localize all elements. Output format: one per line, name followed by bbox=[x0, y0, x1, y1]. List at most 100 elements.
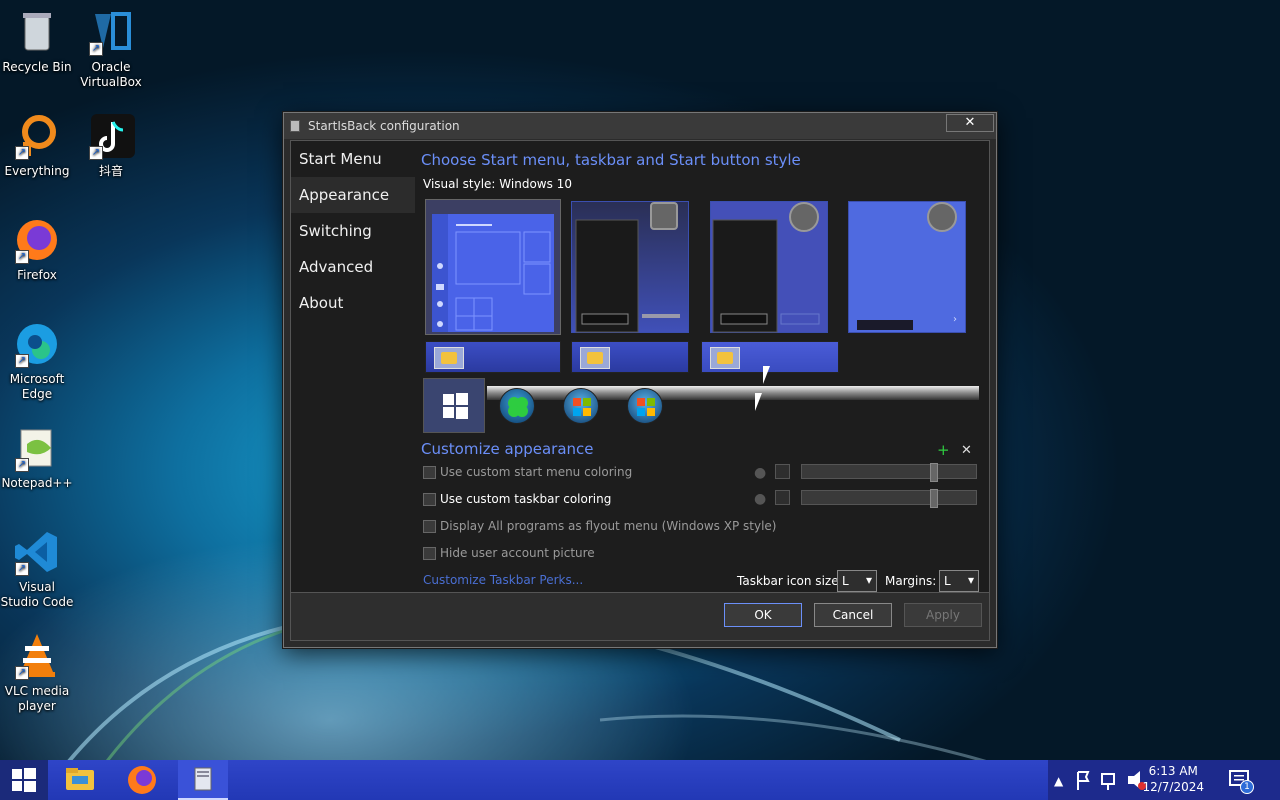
firefox-icon bbox=[128, 766, 156, 794]
slider-thumb[interactable] bbox=[930, 463, 938, 482]
windows-logo-icon bbox=[12, 768, 36, 792]
desktop-icon-virtualbox[interactable]: ↗ Oracle VirtualBox bbox=[74, 8, 148, 90]
taskbar-style-2[interactable] bbox=[571, 341, 689, 373]
clock[interactable]: 6:13 AM 12/7/2024 bbox=[1142, 763, 1204, 795]
nav-item-appearance[interactable]: Appearance bbox=[291, 177, 415, 213]
window-body: Start Menu Appearance Switching Advanced… bbox=[290, 140, 990, 641]
desktop-icon-label: Microsoft Edge bbox=[9, 372, 65, 401]
ok-button[interactable]: OK bbox=[724, 603, 802, 627]
close-button[interactable]: ✕ bbox=[946, 114, 994, 132]
desktop-icon-recycle-bin[interactable]: Recycle Bin bbox=[0, 8, 74, 75]
nav-item-start-menu[interactable]: Start Menu bbox=[291, 141, 415, 177]
checkbox[interactable] bbox=[423, 465, 436, 479]
clock-time: 6:13 AM bbox=[1148, 764, 1198, 778]
customize-taskbar-perks-link[interactable]: Customize Taskbar Perks... bbox=[423, 573, 583, 587]
startisback-app-icon bbox=[194, 767, 212, 791]
user-avatar-icon bbox=[789, 202, 819, 232]
vlc-icon: ↗ bbox=[13, 632, 61, 680]
taskbar-file-explorer[interactable] bbox=[56, 760, 104, 800]
startisback-config-window: StartIsBack configuration ✕ Start Menu A… bbox=[283, 112, 997, 648]
nav-item-advanced[interactable]: Advanced bbox=[291, 249, 415, 285]
color-drop-icon: ● bbox=[754, 465, 767, 481]
title-bar[interactable]: StartIsBack configuration bbox=[284, 113, 996, 139]
start-menu-style-windows10-compact[interactable]: › bbox=[848, 201, 966, 333]
checkbox[interactable] bbox=[423, 546, 436, 560]
shortcut-arrow-icon: ↗ bbox=[15, 666, 29, 680]
option-label: Use custom taskbar coloring bbox=[440, 492, 612, 506]
option-flyout-menu[interactable]: Display All programs as flyout menu (Win… bbox=[423, 519, 776, 533]
shortcut-arrow-icon: ↗ bbox=[15, 250, 29, 264]
start-button-windows7-orb[interactable] bbox=[563, 388, 599, 424]
start-button-clover-orb[interactable] bbox=[499, 388, 535, 424]
color-drop-icon: ● bbox=[754, 491, 767, 507]
start-menu-style-windows7[interactable] bbox=[571, 201, 689, 333]
shortcut-arrow-icon: ↗ bbox=[15, 354, 29, 368]
margins-select[interactable]: L bbox=[939, 570, 979, 592]
color-swatch-button[interactable] bbox=[775, 464, 790, 479]
remove-icon[interactable]: ✕ bbox=[961, 443, 972, 458]
dialog-button-bar: OK Cancel Apply bbox=[291, 592, 989, 640]
notification-badge: 1 bbox=[1240, 780, 1254, 794]
taskbar-firefox[interactable] bbox=[118, 760, 166, 800]
clover-icon bbox=[508, 397, 528, 417]
clock-date: 12/7/2024 bbox=[1142, 780, 1204, 794]
desktop-icon-edge[interactable]: ↗ Microsoft Edge bbox=[0, 320, 74, 402]
desktop-icon-label: VLC media player bbox=[4, 684, 70, 713]
system-tray: ▲ 6:13 AM 12/7/2024 1 bbox=[1048, 760, 1280, 800]
start-button-vista-orb[interactable] bbox=[627, 388, 663, 424]
visual-style-label: Visual style: bbox=[423, 177, 496, 191]
option-hide-account-picture[interactable]: Hide user account picture bbox=[423, 546, 595, 560]
vscode-icon: ↗ bbox=[13, 528, 61, 576]
customize-heading: Customize appearance bbox=[421, 440, 594, 458]
option-custom-taskbar-coloring[interactable]: Use custom taskbar coloring bbox=[423, 492, 611, 506]
option-label: Hide user account picture bbox=[440, 546, 595, 560]
desktop-icon-vlc[interactable]: ↗ VLC media player bbox=[0, 632, 74, 714]
taskbar-opacity-slider[interactable] bbox=[801, 489, 977, 508]
nav-item-switching[interactable]: Switching bbox=[291, 213, 415, 249]
taskbar: ▲ 6:13 AM 12/7/2024 1 bbox=[0, 760, 1280, 800]
desktop-icon-vscode[interactable]: ↗ Visual Studio Code bbox=[0, 528, 74, 610]
option-custom-start-coloring[interactable]: Use custom start menu coloring bbox=[423, 465, 632, 479]
taskbar-startisback[interactable] bbox=[178, 760, 228, 800]
cancel-button[interactable]: Cancel bbox=[814, 603, 892, 627]
desktop-icon-label: Firefox bbox=[17, 268, 57, 282]
folder-icon bbox=[66, 768, 94, 790]
everything-icon: ↗ bbox=[13, 112, 61, 160]
apply-button[interactable]: Apply bbox=[904, 603, 982, 627]
checkbox[interactable] bbox=[423, 519, 436, 533]
start-menu-style-windows8[interactable] bbox=[710, 201, 828, 333]
action-center-button[interactable]: 1 bbox=[1228, 768, 1254, 794]
start-button-strip bbox=[487, 386, 979, 400]
icon-size-select[interactable]: L bbox=[837, 570, 877, 592]
mouse-cursor-icon bbox=[755, 393, 762, 411]
visual-style-line: Visual style: Windows 10 bbox=[423, 177, 572, 191]
add-icon[interactable]: + bbox=[937, 441, 950, 459]
edge-icon: ↗ bbox=[13, 320, 61, 368]
shortcut-arrow-icon: ↗ bbox=[89, 42, 103, 56]
start-menu-style-windows10[interactable] bbox=[425, 199, 561, 335]
checkbox[interactable] bbox=[423, 492, 436, 506]
slider-thumb[interactable] bbox=[930, 489, 938, 508]
taskbar-style-1[interactable] bbox=[425, 341, 561, 373]
desktop-icon-notepadpp[interactable]: ↗ Notepad++ bbox=[0, 424, 74, 491]
color-swatch-button[interactable] bbox=[775, 490, 790, 505]
desktop-icon-everything[interactable]: ↗ Everything bbox=[0, 112, 74, 179]
taskbar-style-3[interactable] bbox=[701, 341, 839, 373]
shortcut-arrow-icon: ↗ bbox=[15, 562, 29, 576]
window-title: StartIsBack configuration bbox=[308, 119, 460, 133]
icon-size-label: Taskbar icon size: bbox=[737, 574, 843, 588]
app-icon bbox=[290, 120, 300, 132]
svg-text:▲: ▲ bbox=[1054, 774, 1064, 788]
start-button[interactable] bbox=[0, 760, 48, 800]
desktop-icon-label: Recycle Bin bbox=[2, 60, 72, 74]
start-button-windows10[interactable] bbox=[423, 378, 485, 433]
windows-vista-flag-icon bbox=[637, 398, 655, 416]
desktop-icon-firefox[interactable]: ↗ Firefox bbox=[0, 216, 74, 283]
nav-item-about[interactable]: About bbox=[291, 285, 415, 321]
tiktok-icon: ↗ bbox=[87, 112, 135, 160]
start-menu-opacity-slider[interactable] bbox=[801, 463, 977, 482]
desktop-icon-label: Oracle VirtualBox bbox=[80, 60, 142, 89]
shortcut-arrow-icon: ↗ bbox=[15, 146, 29, 160]
desktop-icon-douyin[interactable]: ↗ 抖音 bbox=[74, 112, 148, 179]
style-heading: Choose Start menu, taskbar and Start but… bbox=[421, 151, 801, 169]
